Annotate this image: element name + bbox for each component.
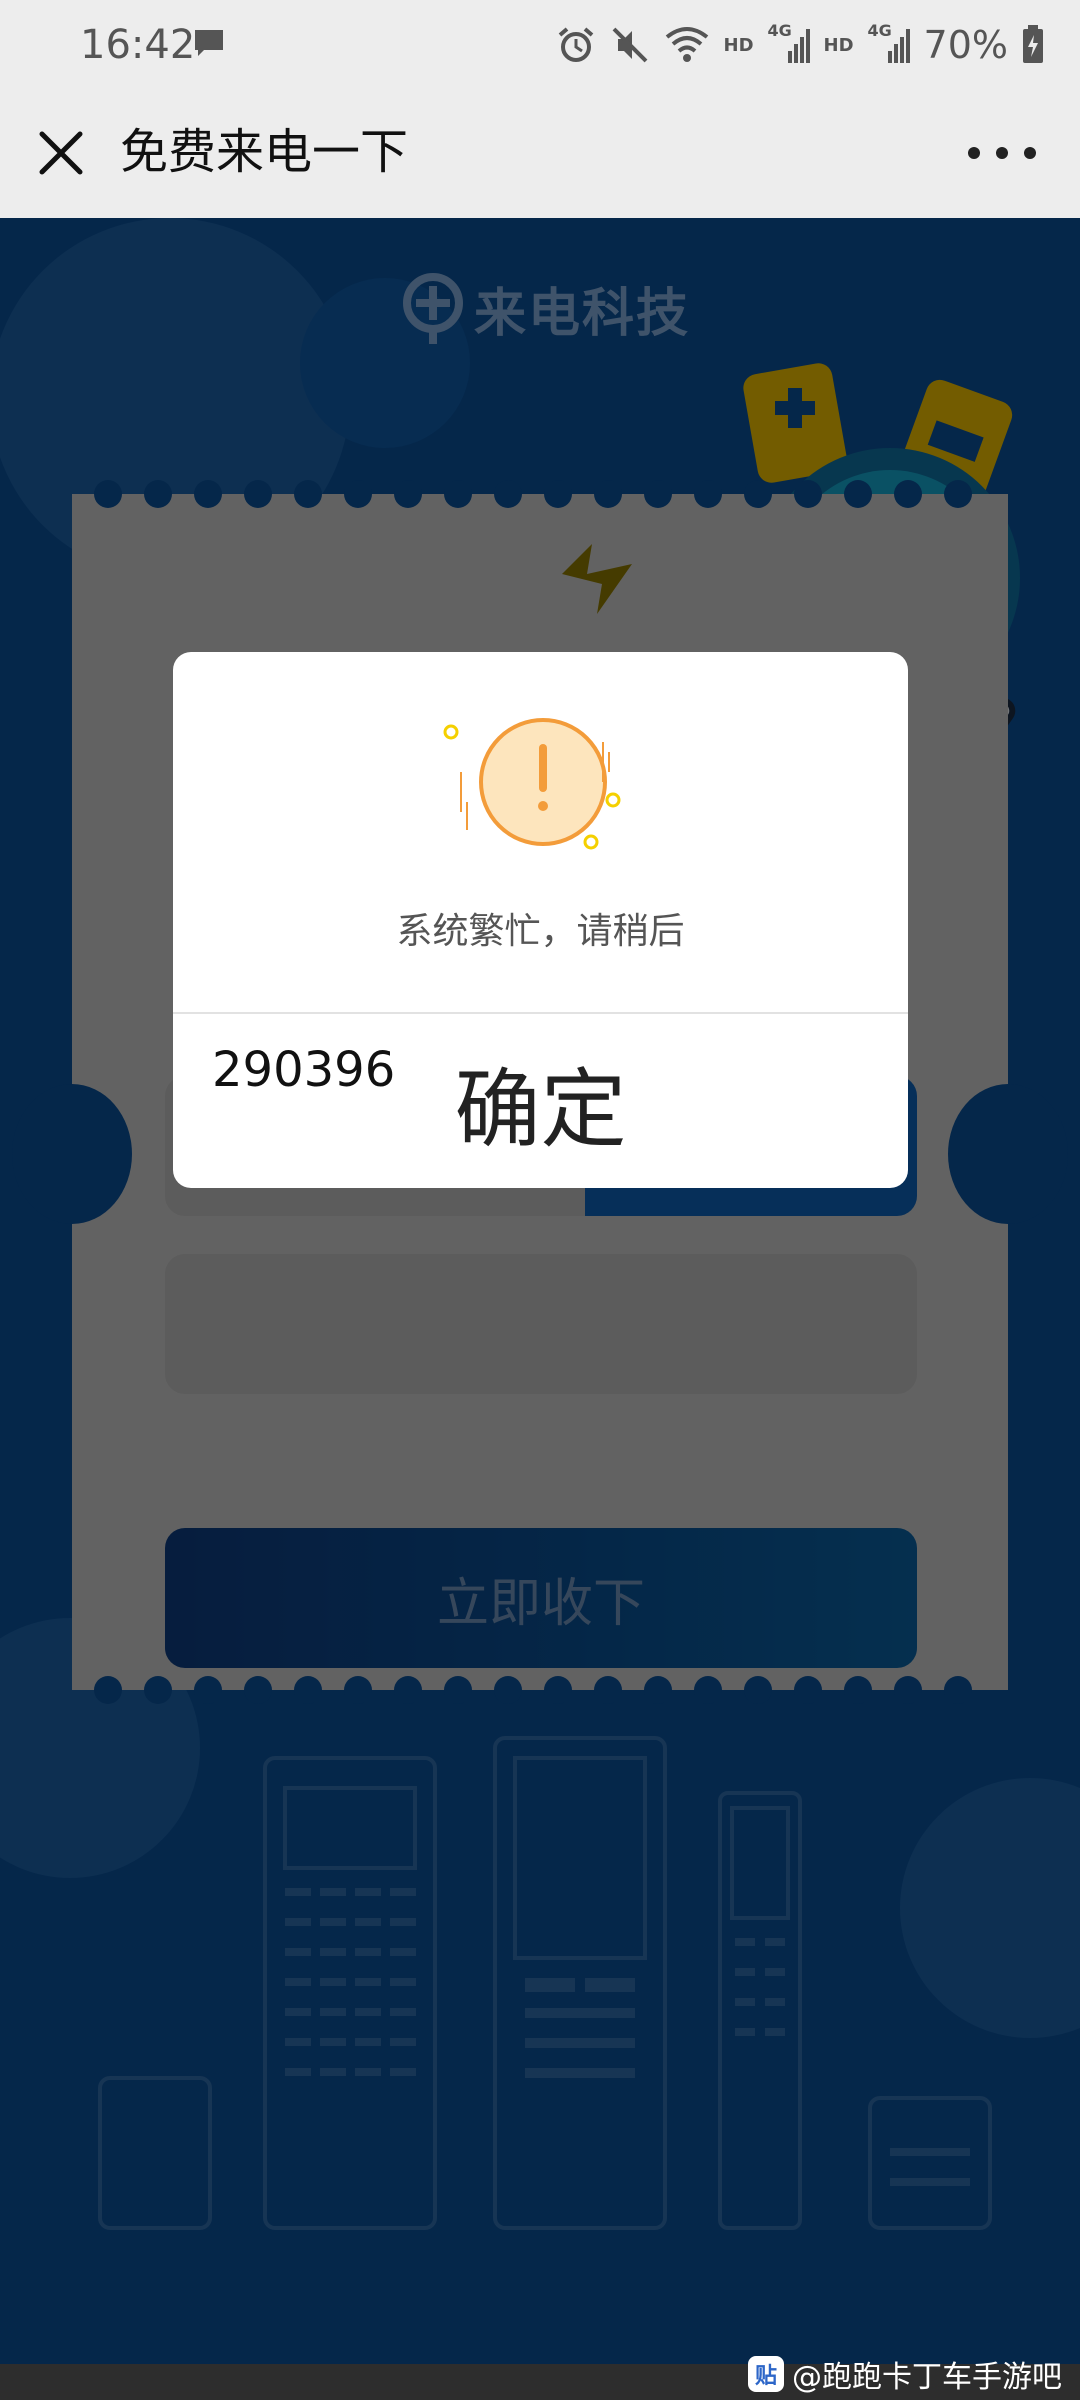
message-icon xyxy=(195,30,223,56)
alert-dialog: 系统繁忙，请稍后 确定 xyxy=(173,652,908,1188)
mute-icon xyxy=(612,27,647,63)
watermark-text: @跑跑卡丁车手游吧 xyxy=(792,2360,1062,2395)
verification-code-value: 290396 xyxy=(212,1042,396,1098)
more-icon[interactable] xyxy=(964,120,1040,186)
signal-icon: 4G xyxy=(868,21,910,65)
status-bar: 16:42 HD 4G HD 4G 70% xyxy=(0,0,1080,90)
network-label: HD xyxy=(823,34,854,56)
wifi-icon xyxy=(665,27,708,62)
signal-icon: 4G xyxy=(768,21,810,65)
alarm-icon xyxy=(558,27,593,62)
modal-backdrop[interactable] xyxy=(0,218,1080,2364)
status-time: 16:42 xyxy=(80,22,196,68)
network-label: HD xyxy=(723,34,754,56)
battery-charging-icon xyxy=(1023,25,1043,63)
dialog-message: 系统繁忙，请稍后 xyxy=(396,911,685,952)
watermark-badge: 贴 xyxy=(748,2356,784,2392)
warning-icon xyxy=(443,718,621,850)
status-icons: HD 4G HD 4G 70% xyxy=(556,20,1045,70)
close-icon[interactable] xyxy=(36,120,86,186)
nav-bar: 免费来电一下 xyxy=(0,90,1080,218)
battery-percent: 70% xyxy=(923,23,1008,67)
page-title: 免费来电一下 xyxy=(120,124,409,180)
watermark: 贴 @跑跑卡丁车手游吧 xyxy=(748,2352,1062,2396)
